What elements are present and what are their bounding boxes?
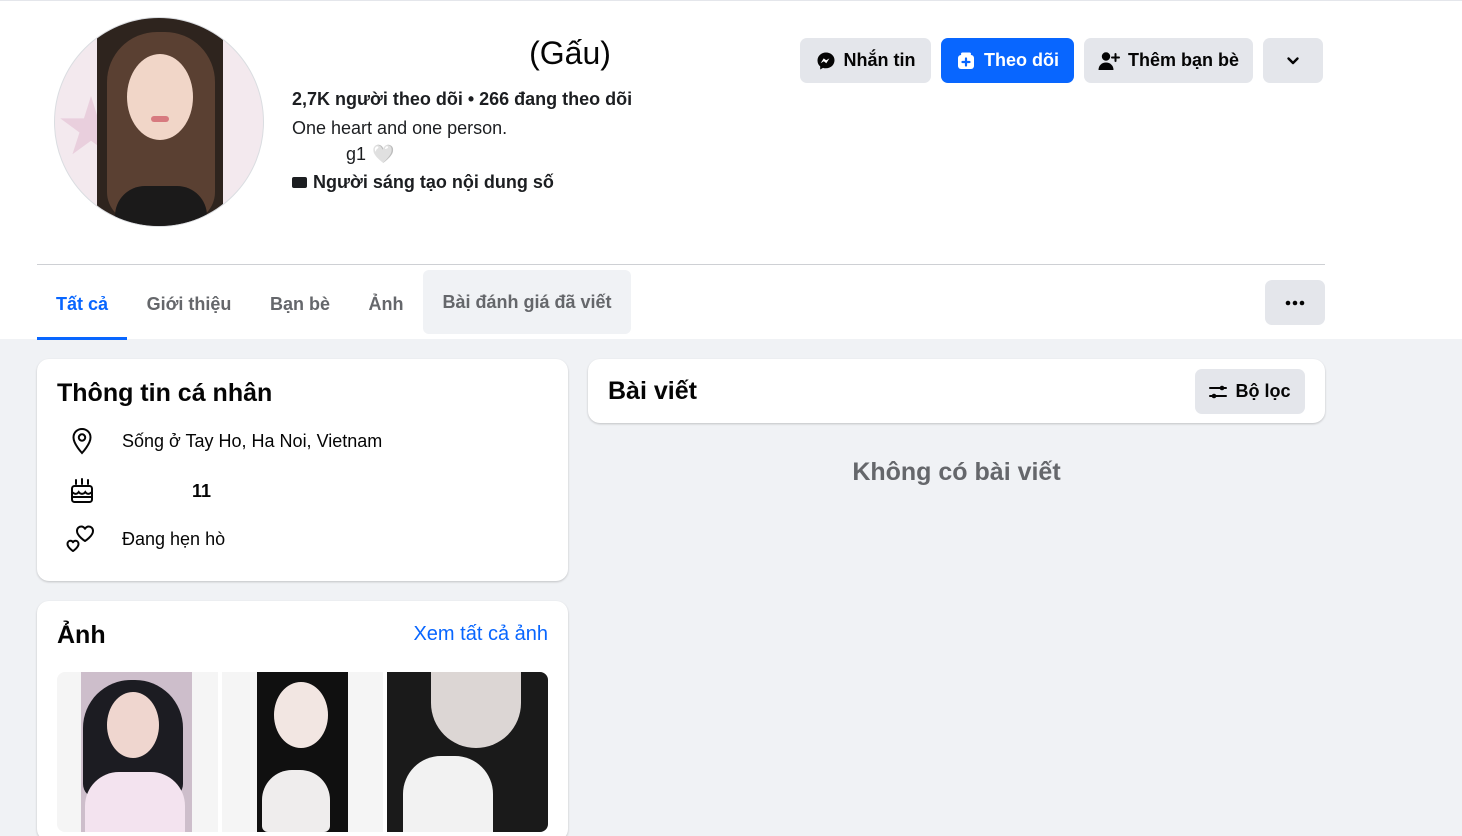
photos-title: Ảnh bbox=[57, 621, 106, 649]
photo-pillow bbox=[403, 756, 493, 832]
avatar-shirt bbox=[115, 186, 207, 226]
bio-line-2-text: g1 bbox=[346, 144, 367, 164]
photo-face bbox=[107, 692, 159, 758]
avatar-lips bbox=[151, 116, 169, 122]
profile-avatar[interactable] bbox=[54, 17, 264, 227]
location-pin-icon bbox=[66, 425, 98, 457]
intro-location-row: Sống ở Tay Ho, Ha Noi, Vietnam bbox=[66, 425, 382, 457]
follow-button[interactable]: Theo dõi bbox=[941, 38, 1074, 83]
bio-line-1: One heart and one person. bbox=[292, 118, 508, 138]
see-all-photos-link[interactable]: Xem tất cả ảnh bbox=[413, 623, 548, 646]
tab-about[interactable]: Giới thiệu bbox=[137, 271, 241, 337]
tab-reviews[interactable]: Bài đánh giá đã viết bbox=[423, 270, 631, 334]
profile-category: Người sáng tạo nội dung số bbox=[292, 172, 554, 193]
header-divider bbox=[37, 264, 1325, 265]
message-button-label: Nhắn tin bbox=[843, 50, 916, 70]
message-button[interactable]: Nhắn tin bbox=[800, 38, 931, 83]
profile-header: (Gấu) 2,7K người theo dõi • 266 đang the… bbox=[0, 0, 1462, 340]
intro-card: Thông tin cá nhân Sống ở Tay Ho, Ha Noi,… bbox=[37, 359, 568, 581]
category-label: Người sáng tạo nội dung số bbox=[313, 172, 554, 192]
intro-birthday-text: 11 bbox=[192, 480, 212, 501]
intro-birthday-row: 11 bbox=[66, 475, 211, 507]
tabs-more-button[interactable] bbox=[1265, 280, 1325, 325]
follower-stats[interactable]: 2,7K người theo dõi • 266 đang theo dõi bbox=[292, 89, 632, 110]
heart-emoji-icon: 🤍 bbox=[372, 144, 395, 164]
more-dots-icon bbox=[1285, 300, 1305, 305]
photo-thumbnail[interactable] bbox=[387, 672, 548, 832]
filter-button[interactable]: Bộ lọc bbox=[1195, 369, 1305, 414]
photo-face bbox=[274, 682, 328, 748]
posts-title: Bài viết bbox=[608, 377, 697, 405]
no-posts-message: Không có bài viết bbox=[852, 458, 1061, 486]
briefcase-icon bbox=[292, 177, 307, 188]
tab-all[interactable]: Tất cả bbox=[37, 271, 127, 340]
tab-photos[interactable]: Ảnh bbox=[360, 271, 412, 337]
chevron-down-icon bbox=[1287, 56, 1299, 64]
filter-sliders-icon bbox=[1209, 385, 1228, 398]
intro-relationship-text: Đang hẹn hò bbox=[122, 528, 226, 549]
messenger-icon bbox=[817, 52, 834, 69]
avatar-face bbox=[127, 54, 193, 140]
photo-pillow bbox=[262, 770, 330, 832]
intro-title: Thông tin cá nhân bbox=[57, 379, 273, 407]
photo-shirt bbox=[85, 772, 185, 832]
intro-location-text: Sống ở Tay Ho, Ha Noi, Vietnam bbox=[122, 430, 383, 451]
filter-button-label: Bộ lọc bbox=[1235, 381, 1291, 401]
add-friend-button-label: Thêm bạn bè bbox=[1127, 50, 1239, 70]
posts-card: Bài viết Bộ lọc bbox=[588, 359, 1325, 423]
intro-relationship-row: Đang hẹn hò bbox=[66, 523, 225, 555]
photo-thumbnail[interactable] bbox=[57, 672, 218, 832]
birthday-cake-icon bbox=[66, 475, 98, 507]
active-tab-indicator bbox=[37, 337, 127, 340]
tab-all-label: Tất cả bbox=[55, 293, 109, 314]
bio-line-2: g1 🤍 bbox=[346, 144, 394, 165]
follow-icon bbox=[958, 52, 974, 69]
add-friend-button[interactable]: Thêm bạn bè bbox=[1084, 38, 1253, 83]
photo-thumbnail[interactable] bbox=[222, 672, 383, 832]
follow-button-label: Theo dõi bbox=[984, 50, 1059, 70]
more-options-button[interactable] bbox=[1263, 38, 1323, 83]
photos-card: Ảnh Xem tất cả ảnh bbox=[37, 601, 568, 836]
tab-friends[interactable]: Bạn bè bbox=[260, 271, 340, 337]
add-friend-icon bbox=[1098, 51, 1120, 70]
hearts-icon bbox=[66, 523, 98, 555]
profile-name: (Gấu) bbox=[529, 35, 611, 71]
